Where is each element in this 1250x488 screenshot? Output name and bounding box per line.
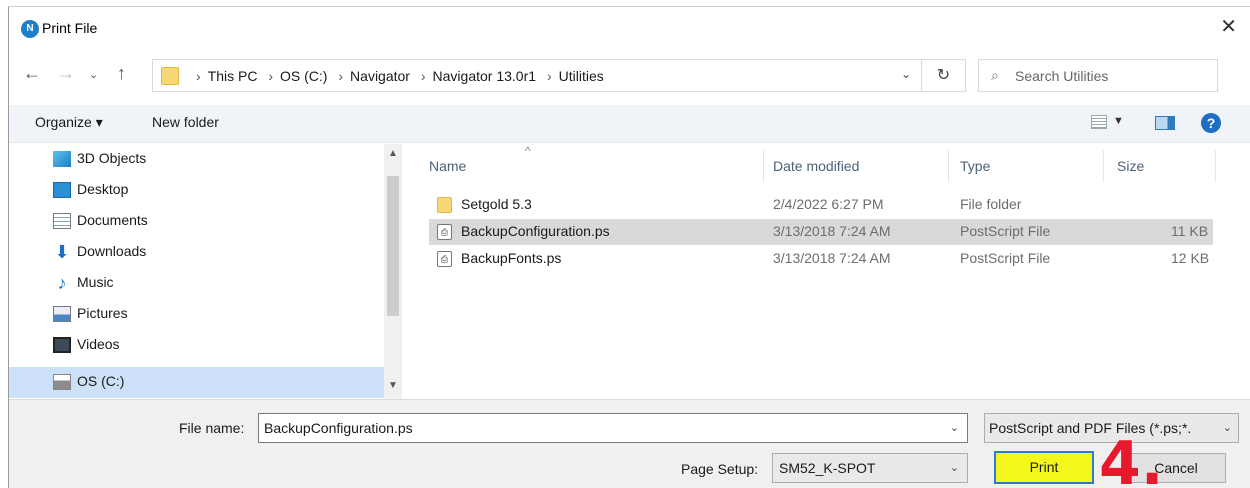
scroll-down-icon[interactable]: ▼: [388, 380, 398, 391]
scroll-up-icon[interactable]: ▲: [388, 148, 398, 159]
print-file-dialog: N Print File ✕ ← → ⌄ ↑ › This PC › OS (C:)…: [8, 6, 1250, 488]
nav-item-label: Pictures: [77, 305, 128, 321]
file-size: 11 KB: [1171, 223, 1209, 239]
downloads-icon: ⬇: [54, 242, 70, 262]
nav-item-downloads[interactable]: ⬇ Downloads: [9, 237, 384, 268]
column-divider[interactable]: [1103, 150, 1104, 182]
page-setup-label: Page Setup:: [681, 461, 759, 477]
scroll-thumb[interactable]: [387, 176, 399, 316]
forward-arrow-icon[interactable]: →: [57, 63, 75, 84]
file-name-value: BackupConfiguration.ps: [264, 420, 413, 436]
preview-pane-icon[interactable]: [1155, 116, 1175, 130]
column-divider[interactable]: [763, 150, 764, 182]
file-date: 3/13/2018 7:24 AM: [773, 223, 891, 239]
file-name: BackupConfiguration.ps: [461, 223, 610, 239]
print-button[interactable]: Print: [994, 451, 1094, 484]
caret-down-icon[interactable]: ▼: [1113, 115, 1124, 127]
file-date: 3/13/2018 7:24 AM: [773, 250, 891, 266]
new-folder-button[interactable]: New folder: [152, 114, 219, 130]
file-name-label: File name:: [179, 420, 245, 436]
window-title: Print File: [42, 20, 98, 36]
navigation-pane: 3D Objects Desktop Documents ⬇ Downloads…: [9, 144, 402, 399]
column-header-date-modified[interactable]: Date modified: [773, 158, 859, 174]
navigation-scrollbar[interactable]: ▲ ▼: [384, 144, 402, 399]
file-list: ^ Name Date modified Type Size Setgold 5…: [403, 144, 1250, 399]
3d-objects-icon: [53, 151, 71, 167]
nav-item-desktop[interactable]: Desktop: [9, 175, 384, 206]
title-bar: N Print File ✕: [9, 7, 1250, 47]
file-row-backupfonts[interactable]: ⎙ BackupFonts.ps 3/13/2018 7:24 AM PostS…: [429, 246, 1213, 272]
nav-item-pictures[interactable]: Pictures: [9, 299, 384, 330]
step-annotation: 4.: [1099, 429, 1164, 488]
file-name-field[interactable]: BackupConfiguration.ps ⌄: [258, 413, 968, 443]
nav-item-music[interactable]: ♪ Music: [9, 268, 384, 299]
page-setup-value: SM52_K-SPOT: [779, 460, 876, 476]
column-header-type[interactable]: Type: [960, 158, 990, 174]
nav-item-label: 3D Objects: [77, 150, 147, 166]
search-placeholder: Search Utilities: [1015, 68, 1109, 84]
chevron-down-icon[interactable]: ⌄: [1223, 421, 1232, 434]
file-date: 2/4/2022 6:27 PM: [773, 196, 884, 212]
navigator-app-icon: N: [21, 20, 39, 38]
file-type: File folder: [960, 196, 1022, 212]
recent-locations-icon[interactable]: ⌄: [89, 68, 98, 81]
crumb-navigator[interactable]: Navigator: [350, 68, 410, 84]
nav-item-label: OS (C:): [77, 373, 125, 389]
crumb-utilities[interactable]: Utilities: [559, 68, 604, 84]
command-bar: Organize ▾ New folder ▼ ?: [9, 105, 1250, 143]
nav-item-os-c[interactable]: OS (C:): [9, 367, 384, 398]
videos-icon: [53, 337, 71, 353]
nav-item-videos[interactable]: Videos: [9, 330, 384, 361]
file-size: 12 KB: [1171, 250, 1210, 266]
folder-icon: [161, 67, 179, 85]
music-icon: ♪: [57, 273, 67, 293]
nav-item-label: Desktop: [77, 181, 129, 197]
postscript-file-icon: ⎙: [437, 251, 452, 267]
close-icon[interactable]: ✕: [1220, 17, 1237, 37]
up-arrow-icon[interactable]: ↑: [117, 63, 126, 84]
crumb-navigator-version[interactable]: Navigator 13.0r1: [433, 68, 537, 84]
desktop-icon: [53, 182, 71, 198]
file-type: PostScript File: [960, 223, 1051, 239]
page-setup-select[interactable]: SM52_K-SPOT ⌄: [772, 453, 968, 483]
sort-ascending-icon: ^: [525, 144, 531, 158]
postscript-file-icon: ⎙: [437, 224, 452, 240]
nav-item-label: Videos: [77, 336, 120, 352]
organize-menu[interactable]: Organize ▾: [35, 114, 103, 131]
nav-item-3d-objects[interactable]: 3D Objects: [9, 144, 384, 175]
address-bar[interactable]: › This PC › OS (C:) › Navigator › Navigator …: [152, 59, 922, 92]
nav-item-label: Music: [77, 274, 114, 290]
file-type: PostScript File: [960, 250, 1051, 266]
nav-item-label: Documents: [77, 212, 148, 228]
help-icon[interactable]: ?: [1201, 113, 1221, 133]
back-arrow-icon[interactable]: ←: [23, 63, 41, 84]
search-icon: ⌕: [991, 67, 999, 83]
documents-icon: [53, 213, 71, 229]
pictures-icon: [53, 306, 71, 322]
refresh-icon[interactable]: ↻: [922, 59, 966, 92]
folder-icon: [437, 197, 452, 213]
breadcrumb[interactable]: › This PC › OS (C:) › Navigator › Navigator …: [189, 68, 604, 84]
file-row-backupconfiguration[interactable]: ⎙ BackupConfiguration.ps 3/13/2018 7:24 …: [429, 219, 1213, 245]
column-divider[interactable]: [1215, 150, 1216, 182]
address-row: ← → ⌄ ↑ › This PC › OS (C:) › Navigator › Na…: [9, 57, 1250, 93]
file-row-setgold[interactable]: Setgold 5.3 2/4/2022 6:27 PM File folder: [429, 192, 1213, 218]
search-input[interactable]: ⌕ Search Utilities: [978, 59, 1218, 92]
crumb-this-pc[interactable]: This PC: [208, 68, 258, 84]
chevron-down-icon[interactable]: ⌄: [950, 421, 959, 434]
nav-item-documents[interactable]: Documents: [9, 206, 384, 237]
column-header-size[interactable]: Size: [1117, 158, 1144, 174]
view-options-icon[interactable]: [1091, 115, 1107, 129]
drive-icon: [53, 374, 71, 390]
chevron-down-icon[interactable]: ⌄: [901, 67, 911, 81]
file-name: BackupFonts.ps: [461, 250, 562, 266]
column-divider[interactable]: [948, 150, 949, 182]
chevron-down-icon[interactable]: ⌄: [950, 461, 959, 474]
column-header-name[interactable]: Name: [429, 158, 466, 174]
nav-item-label: Downloads: [77, 243, 147, 259]
file-name: Setgold 5.3: [461, 196, 532, 212]
crumb-os-c[interactable]: OS (C:): [280, 68, 327, 84]
dialog-footer: File name: BackupConfiguration.ps ⌄ Post…: [9, 399, 1250, 488]
